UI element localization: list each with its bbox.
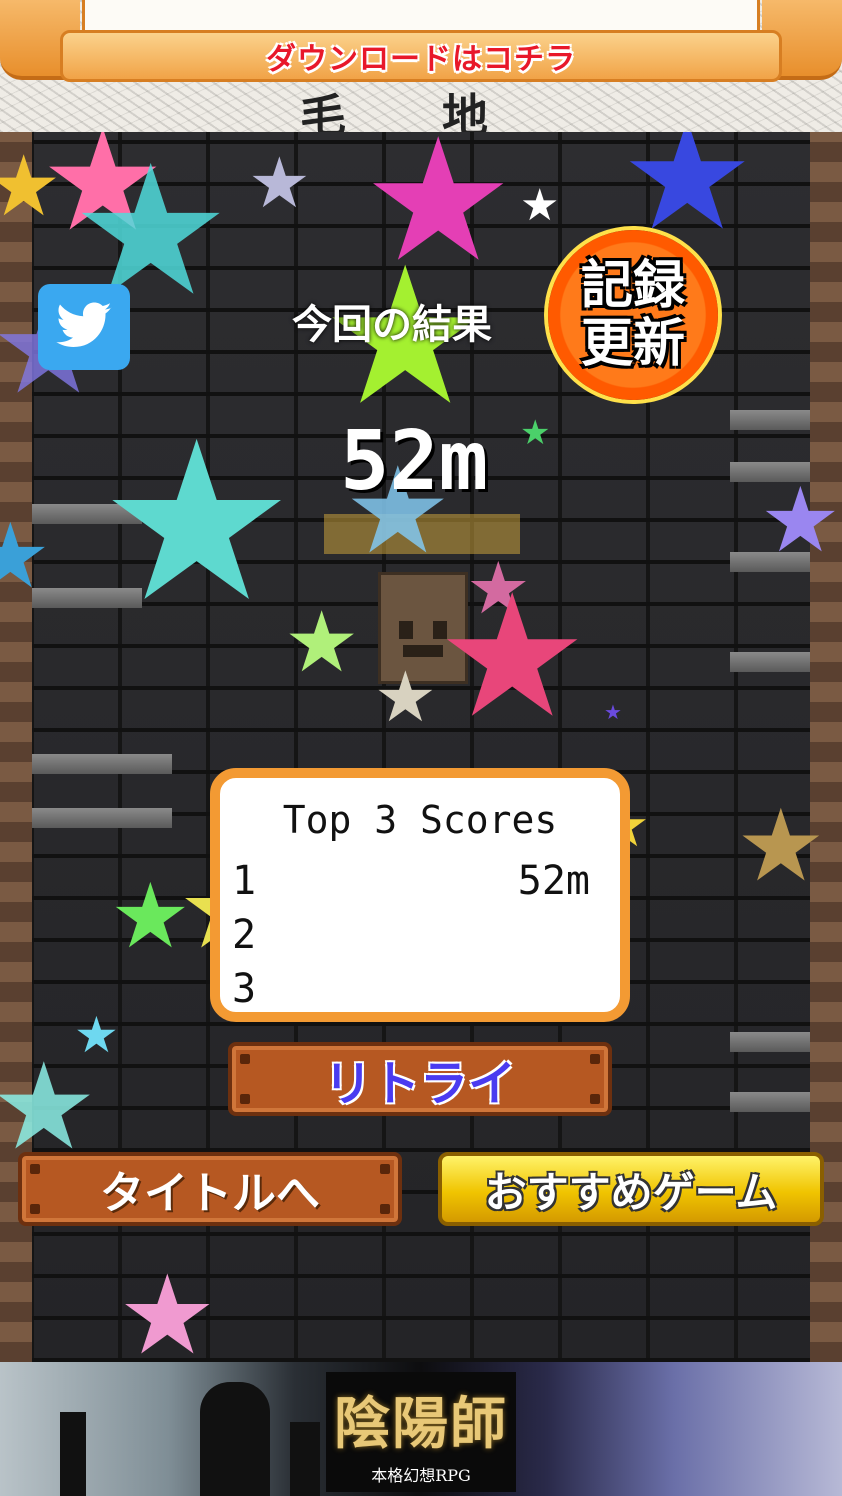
top-scores-title: Top 3 Scores bbox=[282, 798, 558, 842]
star-icon: ★ bbox=[98, 394, 296, 650]
rivet bbox=[240, 1094, 250, 1104]
star-icon: ★ bbox=[374, 656, 437, 738]
pipe bbox=[32, 754, 172, 774]
bottom-ad-banner[interactable]: 陰陽師 本格幻想RPG bbox=[0, 1362, 842, 1496]
star-icon: ★ bbox=[760, 468, 841, 573]
twitter-icon bbox=[56, 302, 112, 347]
star-icon: ★ bbox=[248, 142, 311, 224]
star-icon: ★ bbox=[284, 593, 360, 691]
rivet bbox=[30, 1204, 40, 1214]
rivet bbox=[380, 1164, 390, 1174]
rivet bbox=[380, 1204, 390, 1214]
ad-logo-subtitle: 本格幻想RPG bbox=[371, 1465, 471, 1485]
recommended-games-button[interactable]: おすすめゲーム bbox=[438, 1152, 824, 1226]
score-row: 1 52m bbox=[232, 858, 590, 910]
character-eye bbox=[399, 621, 413, 639]
star-icon: ★ bbox=[0, 137, 62, 235]
rivet bbox=[30, 1164, 40, 1174]
score-value: 52m bbox=[517, 858, 590, 904]
rivet bbox=[240, 1054, 250, 1064]
record-badge-line1: 記録 bbox=[580, 256, 685, 316]
download-link[interactable]: ダウンロードはコチラ bbox=[60, 30, 782, 82]
star-icon: ★ bbox=[736, 787, 826, 904]
star-icon: ★ bbox=[520, 413, 551, 453]
retry-button[interactable]: リトライ bbox=[228, 1042, 612, 1116]
ad-figure bbox=[290, 1422, 320, 1496]
download-label: ダウンロードはコチラ bbox=[266, 42, 576, 77]
recommended-games-label: おすすめゲーム bbox=[484, 1167, 778, 1217]
top-ad-banner[interactable]: 毛 地 ダウンロードはコチラ bbox=[0, 0, 842, 132]
star-icon: ★ bbox=[604, 700, 622, 724]
ad-logo-title: 陰陽師 bbox=[334, 1390, 508, 1457]
game-result-screen: ★ ★ ★ ★ ★ ★ ★ ★ ★ ★ ★ ★ ★ ★ ★ ★ ★ ★ ★ ★ … bbox=[0, 132, 842, 1362]
score-rank: 2 bbox=[232, 912, 257, 958]
ad-figure bbox=[200, 1382, 270, 1496]
score-rank: 1 bbox=[232, 858, 257, 904]
pipe bbox=[730, 652, 810, 672]
ad-figure bbox=[60, 1412, 86, 1496]
star-icon: ★ bbox=[520, 180, 560, 231]
record-badge-line2: 更新 bbox=[580, 314, 685, 374]
star-icon: ★ bbox=[118, 1251, 217, 1362]
pipe bbox=[32, 808, 172, 828]
pipe bbox=[730, 1032, 810, 1052]
ad-artwork-text: 毛 地 bbox=[300, 89, 529, 132]
top-scores-panel: Top 3 Scores 1 52m 2 3 bbox=[210, 768, 630, 1022]
star-icon: ★ bbox=[0, 504, 51, 609]
retry-label: リトライ bbox=[323, 1056, 516, 1112]
star-icon: ★ bbox=[0, 1038, 98, 1177]
rivet bbox=[590, 1054, 600, 1064]
pipe bbox=[730, 410, 810, 430]
score-row: 2 bbox=[232, 912, 590, 964]
pipe bbox=[730, 1092, 810, 1112]
score-rank: 3 bbox=[232, 966, 257, 1012]
score-row: 3 bbox=[232, 966, 590, 1018]
result-label: 今回の結果 bbox=[292, 302, 492, 348]
distance-value: 52m bbox=[340, 414, 489, 509]
ad-frame-top bbox=[82, 0, 760, 30]
back-to-title-button[interactable]: タイトルへ bbox=[18, 1152, 402, 1226]
twitter-share-button[interactable] bbox=[38, 284, 130, 370]
back-to-title-label: タイトルへ bbox=[100, 1168, 320, 1219]
star-icon: ★ bbox=[436, 558, 589, 756]
onmyoji-logo: 陰陽師 本格幻想RPG bbox=[326, 1372, 516, 1492]
rivet bbox=[590, 1094, 600, 1104]
record-updated-badge: 記録 更新 bbox=[548, 230, 718, 400]
